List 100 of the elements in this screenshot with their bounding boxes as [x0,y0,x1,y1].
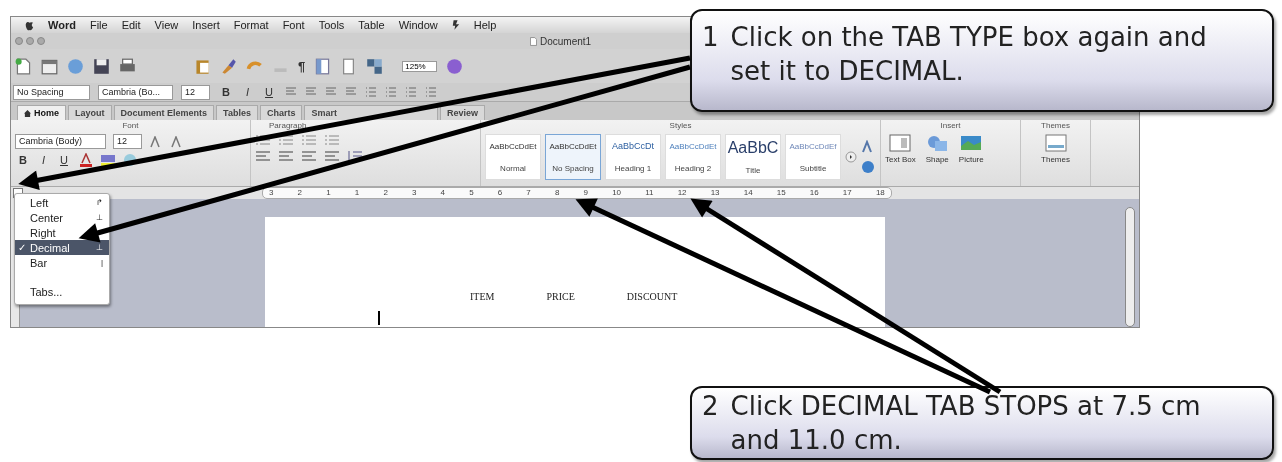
menu-item[interactable]: ✓ Decimal ⊥ [15,240,109,255]
style-swatch[interactable]: AaBbCcDt Heading 1 [605,134,661,180]
close-icon[interactable] [15,37,23,45]
ribbon-tab[interactable]: Charts [259,105,303,120]
ruler-number: 4 [440,188,445,198]
menu-item[interactable]: Edit [121,19,141,31]
ruler-number: 9 [583,188,588,198]
column-heading: DISCOUNT [626,291,678,302]
menu-item[interactable]: Window [398,19,438,31]
style-name: Heading 1 [614,163,652,173]
column-heading: ITEM [470,291,495,302]
font-size-field[interactable]: 12 [113,134,142,149]
align-icon[interactable] [344,87,357,97]
highlight-icon[interactable] [99,153,116,167]
callout-text: Click on the TAB TYPE box again and set it to DECIMAL. [730,21,1208,88]
line-spacing-icon[interactable] [347,150,363,162]
ribbon-tab[interactable]: Home [17,105,66,120]
menu-item[interactable]: Font [282,19,305,31]
script-icon[interactable] [451,20,460,30]
ruler-number: 17 [842,188,852,198]
ruler[interactable]: 3 2 1 1 2 3 4 5 6 7 8 9 10 11 12 13 14 15 16 17 18 [262,187,892,199]
text-effect-icon[interactable] [122,153,137,167]
style-sample: AaBbC [727,139,779,158]
font-field[interactable]: Cambria (Bo... [98,84,173,100]
menu-item[interactable]: Left ↱ [15,195,109,210]
font-field[interactable]: Cambria (Body) [15,134,106,149]
group-label: Font [122,121,139,130]
group-label: Themes [1041,121,1070,130]
align-icon[interactable] [284,87,297,97]
format-button[interactable]: U [56,154,72,166]
picture-icon [960,134,983,152]
format-button[interactable]: B [15,154,31,166]
format-button[interactable]: I [241,86,253,98]
save-icon[interactable] [93,57,110,75]
gallery-icon[interactable] [366,57,384,75]
style-swatch[interactable]: AaBbCcDdEt Heading 2 [665,134,721,180]
brush-icon[interactable] [220,57,237,75]
sidebar-icon[interactable] [314,57,332,75]
pilcrow-button[interactable]: ¶ [298,58,306,74]
style-swatch[interactable]: AaBbCcDdEf Subtitle [785,134,841,180]
group-label: Paragraph [269,121,307,130]
group-label: Insert [940,121,961,130]
menu-item[interactable]: File [89,19,108,31]
ribbon-tab[interactable]: Layout [68,105,112,120]
ribbon-tab[interactable]: Tables [216,105,258,120]
align-icon[interactable] [324,87,337,97]
column-heading: PRICE [546,291,575,302]
scroll-bar[interactable] [1125,207,1135,327]
ruler-number: 11 [645,188,654,198]
ruler-number: 14 [743,188,753,198]
app-menu[interactable]: Word [48,19,76,31]
style-sample: AaBbCcDdEt [549,141,597,151]
style-swatch[interactable]: AaBbC Title [725,134,781,180]
ribbon-tab[interactable]: Document Elements [113,105,215,120]
zoom-field[interactable]: 125% [402,60,437,72]
themes-icon [1044,134,1067,152]
themes-button[interactable]: Themes [1041,134,1070,164]
minimize-icon[interactable] [26,37,34,45]
align-icon[interactable] [324,150,340,162]
insert-button[interactable]: Shape [925,134,949,164]
ribbon-tab[interactable]: Review [439,105,485,120]
menu-item[interactable]: Table [358,19,385,31]
paste-icon[interactable] [194,57,211,75]
style-name: Title [745,165,761,175]
font-color-icon[interactable] [78,153,93,167]
format-button[interactable]: B [218,86,234,98]
menu-item[interactable]: View [154,19,179,31]
list-icon[interactable] [278,134,294,146]
list-icon[interactable] [255,134,271,146]
style-swatch[interactable]: AaBbCcDdEt Normal [485,134,541,180]
ruler-number: 16 [809,188,819,198]
menu-item[interactable]: Center ⊥ [15,210,109,225]
format-button[interactable]: U [261,86,277,98]
apple-icon[interactable] [25,19,34,31]
menu-item[interactable]: Format [233,19,269,31]
style-swatch[interactable]: AaBbCcDdEt No Spacing [545,134,601,180]
style-sample: AaBbCcDdEt [669,141,717,151]
align-icon[interactable] [301,150,317,162]
home-icon [24,109,31,117]
menu-item[interactable]: Insert [192,19,220,31]
ruler-number: 13 [710,188,720,198]
insert-button[interactable]: Picture [958,134,984,164]
ruler-number: 18 [875,188,885,198]
insert-button[interactable]: Text Box [885,134,916,164]
format-button[interactable]: I [37,154,49,166]
style-field[interactable]: No Spacing [13,84,90,100]
menu-item[interactable]: Bar | [15,255,109,270]
menu-item[interactable]: Help [473,19,497,31]
menu-item[interactable]: Right [15,225,109,240]
menu-item[interactable]: Tabs... [15,284,109,300]
group-label: Styles [669,121,692,130]
expand-icon[interactable] [845,151,857,163]
ruler-number: 2 [383,188,388,198]
new-document-icon[interactable] [15,57,32,75]
font-size-field[interactable]: 12 [181,84,210,100]
style-sample: AaBbCcDt [612,141,654,152]
ruler-number: 15 [776,188,786,198]
align-icon[interactable] [304,87,317,97]
menu-item[interactable]: Tools [318,19,345,31]
zoom-icon[interactable] [37,37,45,45]
